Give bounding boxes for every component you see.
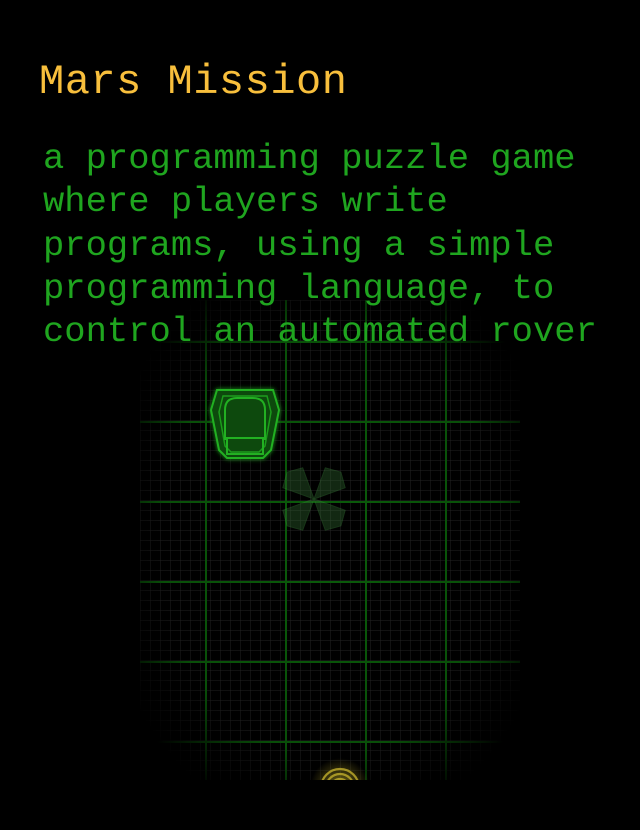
description-line: programming language, to: [43, 267, 555, 309]
game-description: a programming puzzle game where players …: [43, 137, 638, 353]
board-grid: [140, 300, 520, 780]
game-board[interactable]: [140, 300, 520, 780]
minor-grid: [140, 300, 520, 780]
game-title: Mars Mission: [39, 58, 348, 106]
description-line: where players write: [43, 181, 448, 223]
board-canvas[interactable]: [140, 300, 520, 780]
rover-icon[interactable]: [209, 389, 281, 459]
description-line: control an automated rover: [43, 311, 597, 353]
description-line: programs, using a simple: [43, 224, 555, 266]
description-line: a programming puzzle game: [43, 138, 576, 179]
